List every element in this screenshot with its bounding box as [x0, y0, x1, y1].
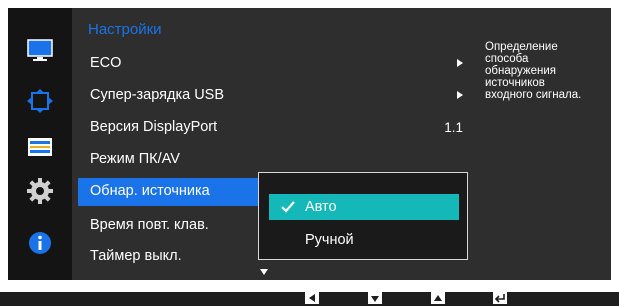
- color-icon[interactable]: [24, 132, 56, 162]
- menu-item-label: Таймер выкл.: [90, 248, 182, 264]
- scroll-down-arrow-icon[interactable]: [260, 269, 268, 275]
- menu-item-label: Время повт. клав.: [90, 217, 209, 233]
- submenu-option-manual[interactable]: Ручной: [269, 227, 459, 253]
- menu-item-eco[interactable]: ECO: [78, 50, 475, 78]
- menu-item-label: ECO: [90, 55, 122, 71]
- source-detection-submenu: Авто Ручной: [258, 172, 468, 260]
- description-line: способа: [485, 53, 529, 65]
- down-arrow-key-icon[interactable]: [368, 292, 382, 304]
- osd-window: Настройки ECO Супер-зарядка USB Версия D…: [0, 0, 619, 284]
- info-icon[interactable]: [24, 228, 56, 258]
- description-line: источников: [485, 77, 545, 89]
- menu-item-source-detection[interactable]: Обнар. источника: [78, 178, 258, 206]
- key-guide-bar: [0, 292, 619, 306]
- menu-item-usb-super-charging[interactable]: Супер-зарядка USB: [78, 82, 475, 110]
- submenu-option-label: Авто: [305, 199, 337, 215]
- menu-item-pc-av-mode[interactable]: Режим ПК/AV: [78, 146, 475, 174]
- checkmark-icon: [281, 201, 295, 213]
- menu-item-label: Супер-зарядка USB: [90, 87, 225, 103]
- menu-item-label: Обнар. источника: [90, 183, 210, 199]
- return-key-icon[interactable]: [493, 292, 507, 304]
- description-line: Определение: [485, 41, 558, 53]
- left-arrow-key-icon[interactable]: [305, 292, 319, 304]
- submenu-option-auto[interactable]: Авто: [269, 194, 459, 220]
- description-line: входного сигнала.: [485, 89, 582, 101]
- picture-icon[interactable]: [24, 36, 56, 66]
- menu-item-label: Режим ПК/AV: [90, 151, 180, 167]
- position-icon[interactable]: [24, 86, 56, 116]
- up-arrow-key-icon[interactable]: [431, 292, 445, 304]
- description-line: обнаружения: [485, 65, 556, 77]
- submenu-arrow-icon: [457, 59, 463, 67]
- submenu-option-label: Ручной: [305, 232, 354, 248]
- menu-item-displayport-version[interactable]: Версия DisplayPort 1.1: [78, 114, 475, 142]
- submenu-arrow-icon: [457, 91, 463, 99]
- settings-gear-icon[interactable]: [24, 176, 56, 206]
- menu-item-label: Версия DisplayPort: [90, 119, 218, 135]
- menu-title: Настройки: [88, 21, 162, 38]
- menu-item-value: 1.1: [444, 120, 463, 135]
- description-text: Определение способа обнаружения источник…: [485, 41, 610, 101]
- description-panel: Определение способа обнаружения источник…: [481, 8, 611, 280]
- category-icon-column: [8, 8, 72, 280]
